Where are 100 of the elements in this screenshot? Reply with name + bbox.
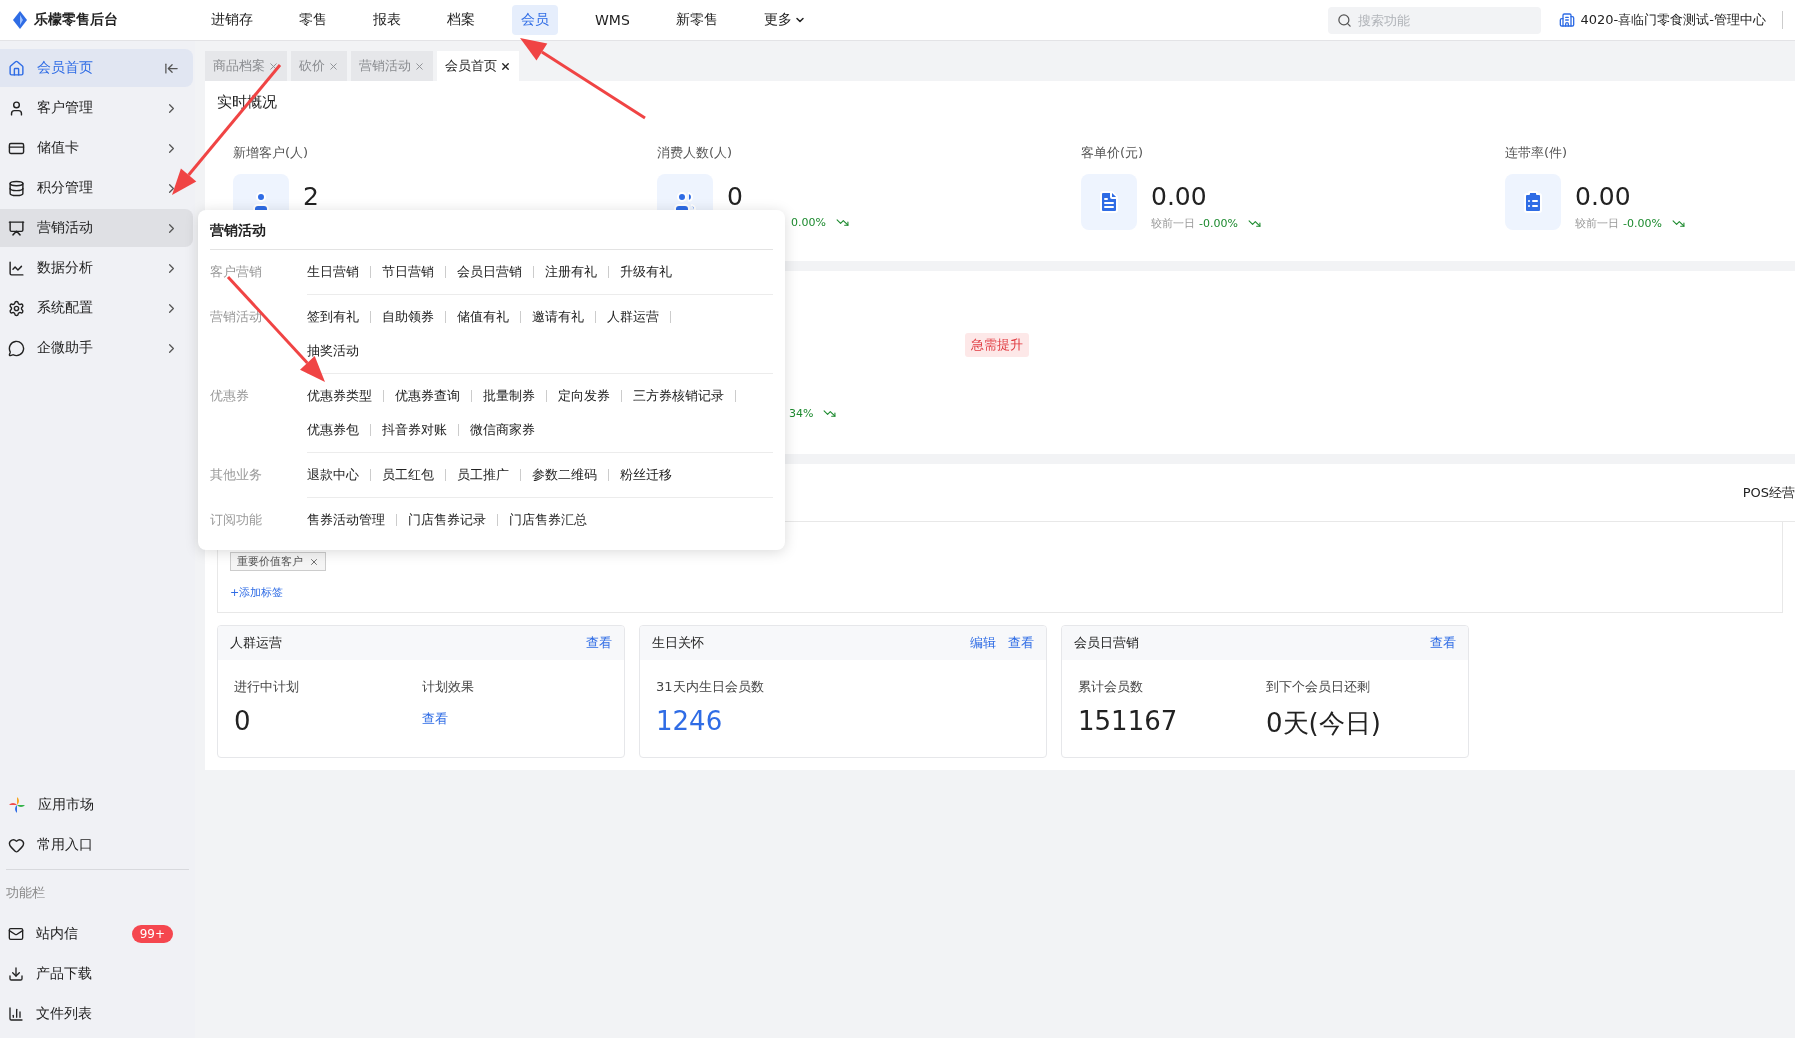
sidebar-item[interactable]: 会员首页 (0, 49, 193, 87)
trend-down-icon (1247, 217, 1261, 230)
customer-tag: 重要价值客户 (230, 552, 326, 571)
sidebar-item[interactable]: 企微助手 (0, 329, 193, 367)
menu-item[interactable]: 员工推广 (457, 466, 509, 484)
menu-item[interactable]: 优惠券类型 (307, 387, 372, 405)
metric-label: 计划效果 (422, 678, 475, 696)
menu-item[interactable]: 微信商家券 (470, 421, 535, 439)
page-tab[interactable]: 会员首页 (437, 51, 519, 81)
stat-label: 连带率(件) (1505, 144, 1569, 162)
section-title: 功能栏 (5, 884, 46, 902)
compare-label: 较前一日 (1151, 216, 1195, 231)
menu-item[interactable]: 会员日营销 (457, 263, 522, 281)
stat-label: 客单价(元) (1081, 144, 1145, 162)
card-action-link[interactable]: 查看 (586, 634, 612, 652)
menu-item[interactable]: 节日营销 (382, 263, 434, 281)
metric-link[interactable]: 查看 (422, 710, 608, 728)
sidebar-item[interactable]: 积分管理 (0, 169, 193, 207)
store-name[interactable]: 4020-喜临门零食测试-管理中心 (1580, 11, 1766, 29)
sidebar-item[interactable]: 常用入口 (0, 826, 193, 864)
menu-item[interactable]: 粉丝迁移 (620, 466, 672, 484)
chat-icon (8, 339, 25, 357)
menu-item[interactable]: 注册有礼 (545, 263, 597, 281)
database-icon (8, 179, 25, 197)
metric-label: 31天内生日会员数 (656, 678, 765, 696)
sidebar-item[interactable]: 系统配置 (0, 289, 193, 327)
menu-item[interactable]: 退款中心 (307, 466, 359, 484)
card-title: 会员日营销 (1074, 634, 1140, 652)
menu-item[interactable]: 自助领券 (382, 308, 434, 326)
metric-value: 151167 (1078, 706, 1179, 736)
menu-item[interactable]: 人群运营 (607, 308, 659, 326)
stat-value: 2 (303, 182, 319, 212)
sidebar-item[interactable]: 产品下载 (0, 955, 193, 993)
metric-label: 进行中计划 (234, 678, 300, 696)
trend-value: 0.00% (791, 216, 826, 229)
metric-value: 0 (234, 706, 252, 736)
close-icon[interactable] (500, 60, 511, 72)
card-action-link[interactable]: 查看 (1430, 634, 1456, 652)
menu-item[interactable]: 门店售券汇总 (509, 511, 587, 529)
menu-group-label: 客户营销 (210, 263, 262, 281)
sidebar-item[interactable]: 站内信 99+ (0, 915, 193, 953)
menu-item[interactable]: 优惠券包 (307, 421, 359, 439)
menu-item[interactable]: 抽奖活动 (307, 342, 359, 360)
section-heading: POS经营 (1742, 483, 1795, 502)
stat-label: 新增客户(人) (233, 144, 310, 162)
menu-item[interactable]: 储值有礼 (457, 308, 509, 326)
sidebar-item[interactable]: 营销活动 (0, 209, 193, 247)
sidebar-item[interactable]: 文件列表 (0, 995, 193, 1033)
menu-item[interactable]: 售券活动管理 (307, 511, 385, 529)
sidebar-item[interactable]: 储值卡 (0, 129, 193, 167)
sidebar-item[interactable]: 数据分析 (0, 249, 193, 287)
menu-item[interactable]: 抖音券对账 (382, 421, 447, 439)
menu-item[interactable]: 定向发券 (558, 387, 610, 405)
bar-chart-icon (8, 1006, 24, 1022)
app-name: 乐檬零售后台 (34, 11, 118, 29)
nav-item[interactable]: WMS (586, 5, 639, 35)
nav-item[interactable]: 进销存 (202, 5, 262, 35)
search-field[interactable]: 搜索功能 (1327, 6, 1541, 34)
menu-item[interactable]: 参数二维码 (532, 466, 597, 484)
menu-item[interactable]: 签到有礼 (307, 308, 359, 326)
sidebar-item[interactable]: 客户管理 (0, 89, 193, 127)
menu-item[interactable]: 优惠券查询 (395, 387, 460, 405)
sidebar-item[interactable]: 应用市场 (0, 786, 193, 824)
menu-item[interactable]: 邀请有礼 (532, 308, 584, 326)
nav-item[interactable]: 档案 (438, 5, 484, 35)
menu-group-label: 其他业务 (210, 466, 262, 484)
line-chart-icon (8, 259, 25, 277)
menu-item[interactable]: 生日营销 (307, 263, 359, 281)
trend-value: 34% (789, 407, 814, 420)
clipboard-icon (1521, 190, 1545, 214)
metric-label: 到下个会员日还剩 (1266, 678, 1371, 696)
presentation-icon (8, 219, 25, 237)
nav-item[interactable]: 零售 (290, 5, 336, 35)
card-action-link[interactable]: 查看 (1008, 634, 1034, 652)
settings-icon (8, 299, 25, 317)
count-badge: 99+ (131, 925, 173, 943)
menu-item[interactable]: 门店售券记录 (408, 511, 486, 529)
trend-down-icon (823, 407, 837, 420)
nav-item[interactable]: 会员 (512, 5, 558, 35)
menu-item[interactable]: 批量制券 (483, 387, 535, 405)
nav-item[interactable]: 报表 (364, 5, 410, 35)
building-icon (1558, 12, 1575, 28)
metric-value: 1246 (656, 706, 724, 736)
menu-item[interactable]: 升级有礼 (620, 263, 672, 281)
menu-item[interactable]: 员工红包 (382, 466, 434, 484)
metric-value: 0天(今日) (1266, 707, 1382, 740)
card-action-link[interactable]: 编辑 (970, 634, 996, 652)
add-tag-link[interactable]: +添加标签 (230, 585, 1770, 600)
menu-item[interactable]: 三方券核销记录 (633, 387, 724, 405)
menu-group-label: 营销活动 (210, 308, 262, 326)
pinwheel-icon (8, 796, 26, 814)
heart-icon (8, 836, 25, 854)
nav-item[interactable]: 新零售 (666, 5, 727, 35)
nav-item[interactable]: 更多 (754, 5, 815, 35)
menu-group-label: 优惠券 (210, 387, 249, 405)
menu-title: 营销活动 (210, 216, 773, 250)
document-icon (1097, 190, 1121, 214)
trend-value: -0.00% (1623, 217, 1662, 230)
card-title: 生日关怀 (652, 634, 705, 652)
home-icon (8, 59, 25, 77)
